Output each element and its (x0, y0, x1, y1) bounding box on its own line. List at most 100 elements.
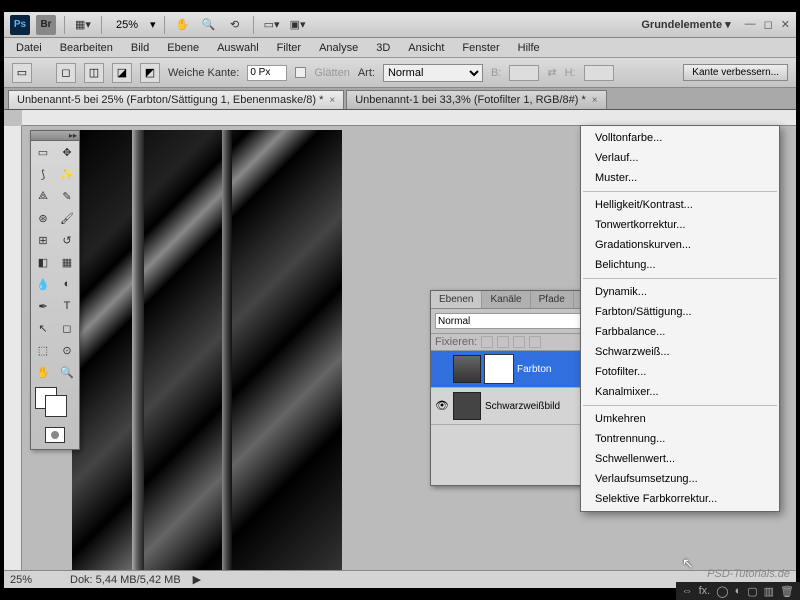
zoom-dropdown[interactable]: 25% (110, 17, 144, 33)
menu-farbbalance[interactable]: Farbbalance... (581, 322, 779, 342)
zoom-tool-icon[interactable]: 🔍 (55, 361, 79, 383)
visibility-icon[interactable]: 👁 (435, 399, 449, 413)
lock-transparency-icon[interactable] (481, 336, 493, 348)
status-arrow-icon[interactable]: ▶ (193, 573, 201, 586)
menu-schwellenwert[interactable]: Schwellenwert... (581, 449, 779, 469)
3d-tool-icon[interactable]: ⬚ (31, 339, 55, 361)
blur-tool-icon[interactable]: 💧 (31, 273, 55, 295)
bridge-icon[interactable]: Br (36, 15, 56, 35)
menu-volltonfarbe[interactable]: Volltonfarbe... (581, 128, 779, 148)
ps-logo-icon[interactable]: Ps (10, 15, 30, 35)
menu-verlauf[interactable]: Verlauf... (581, 148, 779, 168)
fx-icon[interactable]: fx. (699, 585, 711, 597)
healing-brush-icon[interactable]: ⊛ (31, 207, 55, 229)
canvas-image[interactable] (72, 130, 342, 570)
status-zoom[interactable]: 25% (10, 574, 58, 586)
tab-close-icon[interactable]: × (329, 95, 335, 106)
tab-pfade[interactable]: Pfade (531, 291, 574, 308)
type-tool-icon[interactable]: T (55, 295, 79, 317)
pen-tool-icon[interactable]: ✒ (31, 295, 55, 317)
path-select-icon[interactable]: ↖ (31, 317, 55, 339)
menu-gradationskurven[interactable]: Gradationskurven... (581, 235, 779, 255)
eraser-tool-icon[interactable]: ◧ (31, 251, 55, 273)
tab-kanaele[interactable]: Kanäle (482, 291, 530, 308)
quickmask-icon[interactable] (45, 427, 65, 443)
shape-tool-icon[interactable]: ◻ (55, 317, 79, 339)
menu-dynamik[interactable]: Dynamik... (581, 282, 779, 302)
marquee-tool-icon[interactable]: ▭ (12, 63, 32, 83)
tab-close-icon[interactable]: × (592, 95, 598, 106)
zoom-icon[interactable]: 🔍 (199, 15, 219, 35)
trash-icon[interactable]: 🗑 (780, 585, 794, 598)
refine-edge-button[interactable]: Kante verbessern... (683, 64, 788, 81)
arrange-icon[interactable]: ▭▾ (262, 15, 282, 35)
rotate-icon[interactable]: ⟲ (225, 15, 245, 35)
mask-icon[interactable]: ◯ (716, 585, 728, 598)
color-swatches[interactable] (31, 383, 79, 421)
marquee-add-icon[interactable]: ◫ (84, 63, 104, 83)
lock-position-icon[interactable] (513, 336, 525, 348)
maximize-icon[interactable]: ◻ (764, 18, 773, 31)
menu-fenster[interactable]: Fenster (454, 40, 507, 56)
menu-analyse[interactable]: Analyse (311, 40, 366, 56)
menu-hilfe[interactable]: Hilfe (510, 40, 548, 56)
layer-name[interactable]: Schwarzweißbild (485, 401, 560, 412)
menu-schwarzweiss[interactable]: Schwarzweiß... (581, 342, 779, 362)
menu-bild[interactable]: Bild (123, 40, 157, 56)
marquee-new-icon[interactable]: ◻ (56, 63, 76, 83)
toolbox-header[interactable]: ▸▸ (31, 131, 79, 141)
menu-belichtung[interactable]: Belichtung... (581, 255, 779, 275)
minimize-icon[interactable]: — (745, 18, 756, 31)
brush-tool-icon[interactable]: 🖌 (55, 207, 79, 229)
screen-mode-icon[interactable]: ▣▾ (288, 15, 308, 35)
history-brush-icon[interactable]: ↺ (55, 229, 79, 251)
hand-tool-icon[interactable]: ✋ (31, 361, 55, 383)
menu-muster[interactable]: Muster... (581, 168, 779, 188)
layer-thumb-icon[interactable] (453, 392, 481, 420)
tab-doc-1[interactable]: Unbenannt-5 bei 25% (Farbton/Sättigung 1… (8, 90, 344, 109)
menu-3d[interactable]: 3D (368, 40, 398, 56)
blend-mode-select[interactable] (435, 313, 585, 329)
lasso-tool-icon[interactable]: ⟆ (31, 163, 55, 185)
menu-verlaufsumsetzung[interactable]: Verlaufsumsetzung... (581, 469, 779, 489)
menu-tontrennung[interactable]: Tontrennung... (581, 429, 779, 449)
menu-farbton-saettigung[interactable]: Farbton/Sättigung... (581, 302, 779, 322)
marquee-intersect-icon[interactable]: ◩ (140, 63, 160, 83)
link-icon[interactable]: ⇔ (682, 585, 693, 597)
menu-ebene[interactable]: Ebene (159, 40, 207, 56)
eyedropper-icon[interactable]: ✎ (55, 185, 79, 207)
style-select[interactable]: Normal (383, 64, 483, 82)
close-icon[interactable]: ✕ (781, 18, 790, 31)
layer-name[interactable]: Farbton (517, 364, 551, 375)
layout-icon[interactable]: ▦▾ (73, 15, 93, 35)
menu-umkehren[interactable]: Umkehren (581, 409, 779, 429)
hand-icon[interactable]: ✋ (173, 15, 193, 35)
3d-camera-icon[interactable]: ⊙ (55, 339, 79, 361)
adjustment-icon[interactable]: ◐ (735, 585, 742, 597)
magic-wand-icon[interactable]: ✨ (55, 163, 79, 185)
menu-filter[interactable]: Filter (269, 40, 309, 56)
marquee-tool-icon[interactable]: ▭ (31, 141, 55, 163)
workspace-selector[interactable]: Grundelemente ▾ (633, 18, 738, 31)
tab-ebenen[interactable]: Ebenen (431, 291, 482, 308)
lock-pixels-icon[interactable] (497, 336, 509, 348)
marquee-subtract-icon[interactable]: ◪ (112, 63, 132, 83)
menu-bearbeiten[interactable]: Bearbeiten (52, 40, 121, 56)
mask-thumb-icon[interactable] (485, 355, 513, 383)
ruler-horizontal[interactable] (22, 110, 796, 126)
crop-tool-icon[interactable]: ⟁ (31, 185, 55, 207)
folder-icon[interactable]: ▢ (747, 585, 757, 598)
visibility-icon[interactable] (435, 362, 449, 376)
menu-fotofilter[interactable]: Fotofilter... (581, 362, 779, 382)
gradient-tool-icon[interactable]: ▦ (55, 251, 79, 273)
layer-row[interactable]: 👁 Schwarzweißbild (431, 388, 589, 425)
menu-auswahl[interactable]: Auswahl (209, 40, 267, 56)
lock-all-icon[interactable] (529, 336, 541, 348)
feather-input[interactable] (247, 65, 287, 81)
menu-selektive-farbkorrektur[interactable]: Selektive Farbkorrektur... (581, 489, 779, 509)
move-tool-icon[interactable]: ✥ (55, 141, 79, 163)
menu-kanalmixer[interactable]: Kanalmixer... (581, 382, 779, 402)
menu-helligkeit-kontrast[interactable]: Helligkeit/Kontrast... (581, 195, 779, 215)
layer-row[interactable]: Farbton (431, 351, 589, 388)
stamp-tool-icon[interactable]: ⊞ (31, 229, 55, 251)
